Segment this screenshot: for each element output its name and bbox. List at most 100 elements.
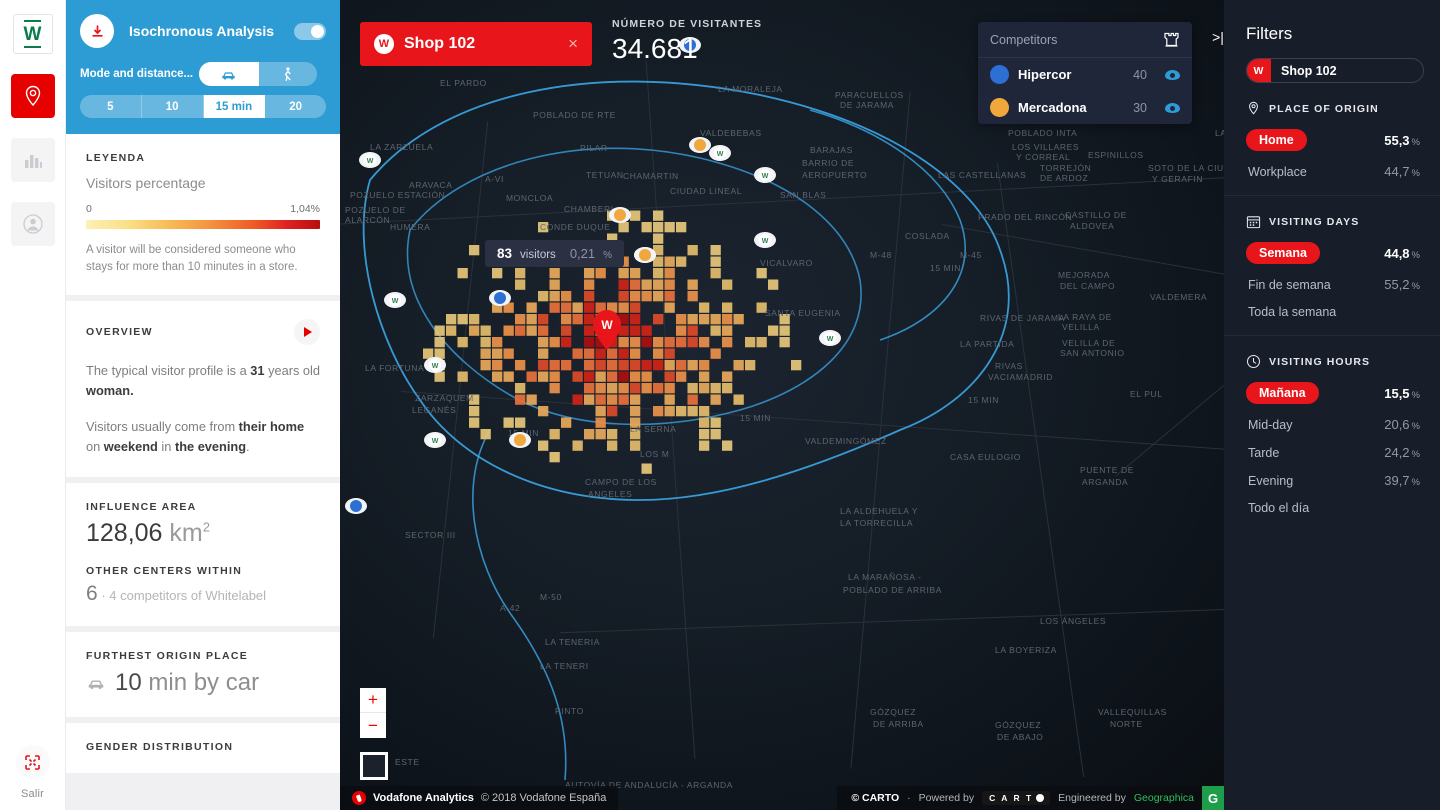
heatmap-cell[interactable] [573,395,583,405]
filter-row-home[interactable]: Home 55,3% [1246,129,1420,151]
heatmap-cell[interactable] [527,326,537,336]
heatmap-cell[interactable] [734,314,744,324]
heatmap-cell[interactable] [676,406,686,416]
heatmap-cell[interactable] [435,372,445,382]
heatmap-cell[interactable] [550,291,560,301]
heatmap-cell[interactable] [435,337,445,347]
heatmap-cell[interactable] [653,349,663,359]
heatmap-cell[interactable] [722,314,732,324]
heatmap-cell[interactable] [515,280,525,290]
heatmap-cell[interactable] [653,291,663,301]
heatmap-cell[interactable] [757,337,767,347]
heatmap-cell[interactable] [665,222,675,232]
heatmap-cell[interactable] [642,337,652,347]
filter-row-toda-la-semana[interactable]: Toda la semana [1246,305,1420,319]
heatmap-cell[interactable] [561,418,571,428]
heatmap-cell[interactable] [607,406,617,416]
heatmap-cell[interactable] [711,257,721,267]
heatmap-cell[interactable] [538,222,548,232]
heatmap-cell[interactable] [596,395,606,405]
heatmap-cell[interactable] [596,429,606,439]
heatmap-cell[interactable] [722,372,732,382]
heatmap-cell[interactable] [688,337,698,347]
heatmap-cell[interactable] [630,429,640,439]
heatmap-cell[interactable] [561,314,571,324]
heatmap-cell[interactable] [619,383,629,393]
heatmap-cell[interactable] [699,429,709,439]
heatmap-cell[interactable] [596,372,606,382]
heatmap-cell[interactable] [665,406,675,416]
heatmap-cell[interactable] [699,418,709,428]
heatmap-cell[interactable] [676,337,686,347]
competitor-row-hipercor[interactable]: Hipercor 40 [978,58,1192,91]
heatmap-cell[interactable] [561,360,571,370]
heatmap-cell[interactable] [561,326,571,336]
heatmap-cell[interactable] [630,349,640,359]
heatmap-cell[interactable] [435,360,445,370]
heatmap-cell[interactable] [596,383,606,393]
heatmap-cell[interactable] [688,383,698,393]
heatmap-cell[interactable] [619,280,629,290]
heatmap-cell[interactable] [780,326,790,336]
heatmap-cell[interactable] [607,441,617,451]
heatmap-cell[interactable] [584,291,594,301]
heatmap-cell[interactable] [596,360,606,370]
heatmap-cell[interactable] [515,395,525,405]
heatmap-cell[interactable] [458,337,468,347]
heatmap-cell[interactable] [642,291,652,301]
heatmap-cell[interactable] [711,349,721,359]
visibility-eye-icon[interactable] [1165,103,1180,113]
visibility-eye-icon[interactable] [1165,70,1180,80]
filter-row-workplace[interactable]: Workplace 44,7% [1246,164,1420,179]
heatmap-cell[interactable] [630,211,640,221]
heatmap-cell[interactable] [711,383,721,393]
heatmap-cell[interactable] [607,383,617,393]
heatmap-cell[interactable] [745,337,755,347]
heatmap-cell[interactable] [481,326,491,336]
heatmap-cell[interactable] [538,326,548,336]
heatmap-cell[interactable] [642,464,652,474]
heatmap-cell[interactable] [619,222,629,232]
heatmap-cell[interactable] [607,349,617,359]
heatmap-cell[interactable] [665,268,675,278]
heatmap-cell[interactable] [481,337,491,347]
heatmap-cell[interactable] [573,441,583,451]
heatmap-cell[interactable] [619,291,629,301]
exit-button[interactable] [16,745,50,779]
zoom-in-button[interactable]: + [360,688,386,713]
heatmap-cell[interactable] [550,303,560,313]
heatmap-cell[interactable] [492,337,502,347]
heatmap-cell[interactable] [584,383,594,393]
time-option-5[interactable]: 5 [80,95,142,118]
heatmap-cell[interactable] [573,314,583,324]
heatmap-cell[interactable] [653,257,663,267]
heatmap-cell[interactable] [469,395,479,405]
heatmap-cell[interactable] [435,326,445,336]
heatmap-cell[interactable] [630,372,640,382]
heatmap-cell[interactable] [630,441,640,451]
heatmap-cell[interactable] [527,303,537,313]
heatmap-cell[interactable] [711,326,721,336]
heatmap-cell[interactable] [435,349,445,359]
heatmap-cell[interactable] [653,360,663,370]
heatmap-cell[interactable] [515,418,525,428]
heatmap-cell[interactable] [538,360,548,370]
heatmap-cell[interactable] [550,360,560,370]
heatmap-cell[interactable] [757,303,767,313]
heatmap-cell[interactable] [642,372,652,382]
heatmap-cell[interactable] [780,337,790,347]
heatmap-cell[interactable] [607,360,617,370]
heatmap-cell[interactable] [619,349,629,359]
rail-item-analytics[interactable] [11,138,55,182]
heatmap-cell[interactable] [550,337,560,347]
heatmap-cell[interactable] [722,337,732,347]
heatmap-cell[interactable] [642,326,652,336]
heatmap-cell[interactable] [550,429,560,439]
heatmap-cell[interactable] [469,406,479,416]
heatmap-cell[interactable] [630,280,640,290]
heatmap-cell[interactable] [665,395,675,405]
shop-chip[interactable]: W Shop 102 × [360,22,592,66]
heatmap-cell[interactable] [676,257,686,267]
heatmap-cell[interactable] [630,314,640,324]
heatmap-cell[interactable] [584,280,594,290]
